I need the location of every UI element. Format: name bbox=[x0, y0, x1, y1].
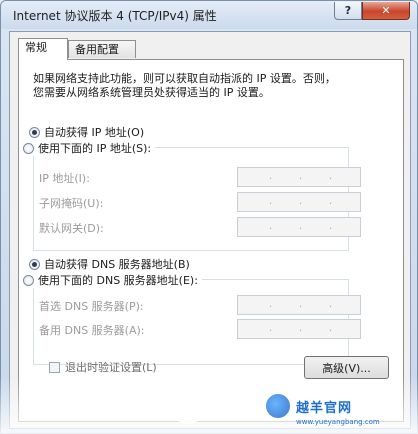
ip-address-label: IP 地址(I): bbox=[39, 172, 90, 185]
ip-address-field[interactable]: ... bbox=[237, 167, 361, 187]
help-button[interactable]: ? bbox=[334, 2, 362, 20]
tab-alternate-configuration[interactable]: 备用配置 bbox=[68, 40, 136, 58]
watermark-logo-icon bbox=[266, 394, 290, 418]
radio-manual-dns-label: 使用下面的 DNS 服务器地址(E): bbox=[38, 274, 198, 287]
validate-on-exit-checkbox[interactable]: 退出时验证设置(L) bbox=[49, 359, 157, 375]
radio-auto-ip-icon bbox=[29, 126, 40, 138]
tab-panel-general: 如果网络支持此功能，则可以获取自动指派的 IP 设置。否则， 您需要从网络系统管… bbox=[18, 59, 404, 422]
default-gateway-label: 默认网关(D): bbox=[39, 222, 104, 235]
validate-checkbox-box bbox=[49, 361, 60, 373]
subnet-mask-field[interactable]: ... bbox=[237, 192, 361, 212]
validate-checkbox-label: 退出时验证设置(L) bbox=[65, 361, 157, 374]
description-text: 如果网络支持此功能，则可以获取自动指派的 IP 设置。否则， 您需要从网络系统管… bbox=[33, 72, 393, 100]
radio-manual-ip-label: 使用下面的 IP 地址(S): bbox=[38, 142, 152, 155]
alternate-dns-field[interactable]: ... bbox=[237, 319, 361, 339]
preferred-dns-label: 首选 DNS 服务器(P): bbox=[39, 300, 144, 313]
radio-auto-ip-label: 自动获得 IP 地址(O) bbox=[44, 126, 145, 139]
help-icon: ? bbox=[344, 4, 352, 17]
default-gateway-field[interactable]: ... bbox=[237, 217, 361, 237]
radio-manual-dns[interactable]: 使用下面的 DNS 服务器地址(E): bbox=[23, 272, 202, 288]
title-bar[interactable]: Internet 协议版本 4 (TCP/IPv4) 属性 ? ✕ bbox=[1, 1, 417, 29]
description-line-2: 您需要从网络系统管理员处获得适当的 IP 设置。 bbox=[33, 86, 270, 99]
radio-auto-ip[interactable]: 自动获得 IP 地址(O) bbox=[29, 124, 149, 140]
description-line-1: 如果网络支持此功能，则可以获取自动指派的 IP 设置。否则， bbox=[33, 72, 336, 85]
watermark-circle-icon bbox=[168, 384, 208, 424]
dialog-client-area: 常规 备用配置 如果网络支持此功能，则可以获取自动指派的 IP 设置。否则， 您… bbox=[9, 31, 411, 429]
window-title: Internet 协议版本 4 (TCP/IPv4) 属性 bbox=[13, 9, 217, 23]
alternate-dns-label: 备用 DNS 服务器(A): bbox=[39, 324, 145, 337]
tab-general[interactable]: 常规 bbox=[18, 38, 68, 60]
preferred-dns-field[interactable]: ... bbox=[237, 295, 361, 315]
close-icon: ✕ bbox=[381, 4, 391, 17]
radio-manual-ip-icon bbox=[23, 142, 34, 154]
radio-manual-ip[interactable]: 使用下面的 IP 地址(S): bbox=[23, 140, 156, 156]
radio-auto-dns-label: 自动获得 DNS 服务器地址(B) bbox=[44, 258, 190, 271]
radio-auto-dns[interactable]: 自动获得 DNS 服务器地址(B) bbox=[29, 256, 194, 272]
radio-auto-dns-icon bbox=[29, 258, 40, 270]
watermark-brand: 越羊官网 bbox=[296, 401, 353, 416]
watermark-url: www.yueyangbang.com bbox=[296, 418, 380, 426]
subnet-mask-label: 子网掩码(U): bbox=[39, 197, 104, 210]
dialog-window: Internet 协议版本 4 (TCP/IPv4) 属性 ? ✕ 常规 备用配… bbox=[0, 0, 418, 434]
radio-manual-dns-icon bbox=[23, 274, 34, 286]
close-button[interactable]: ✕ bbox=[362, 2, 410, 20]
